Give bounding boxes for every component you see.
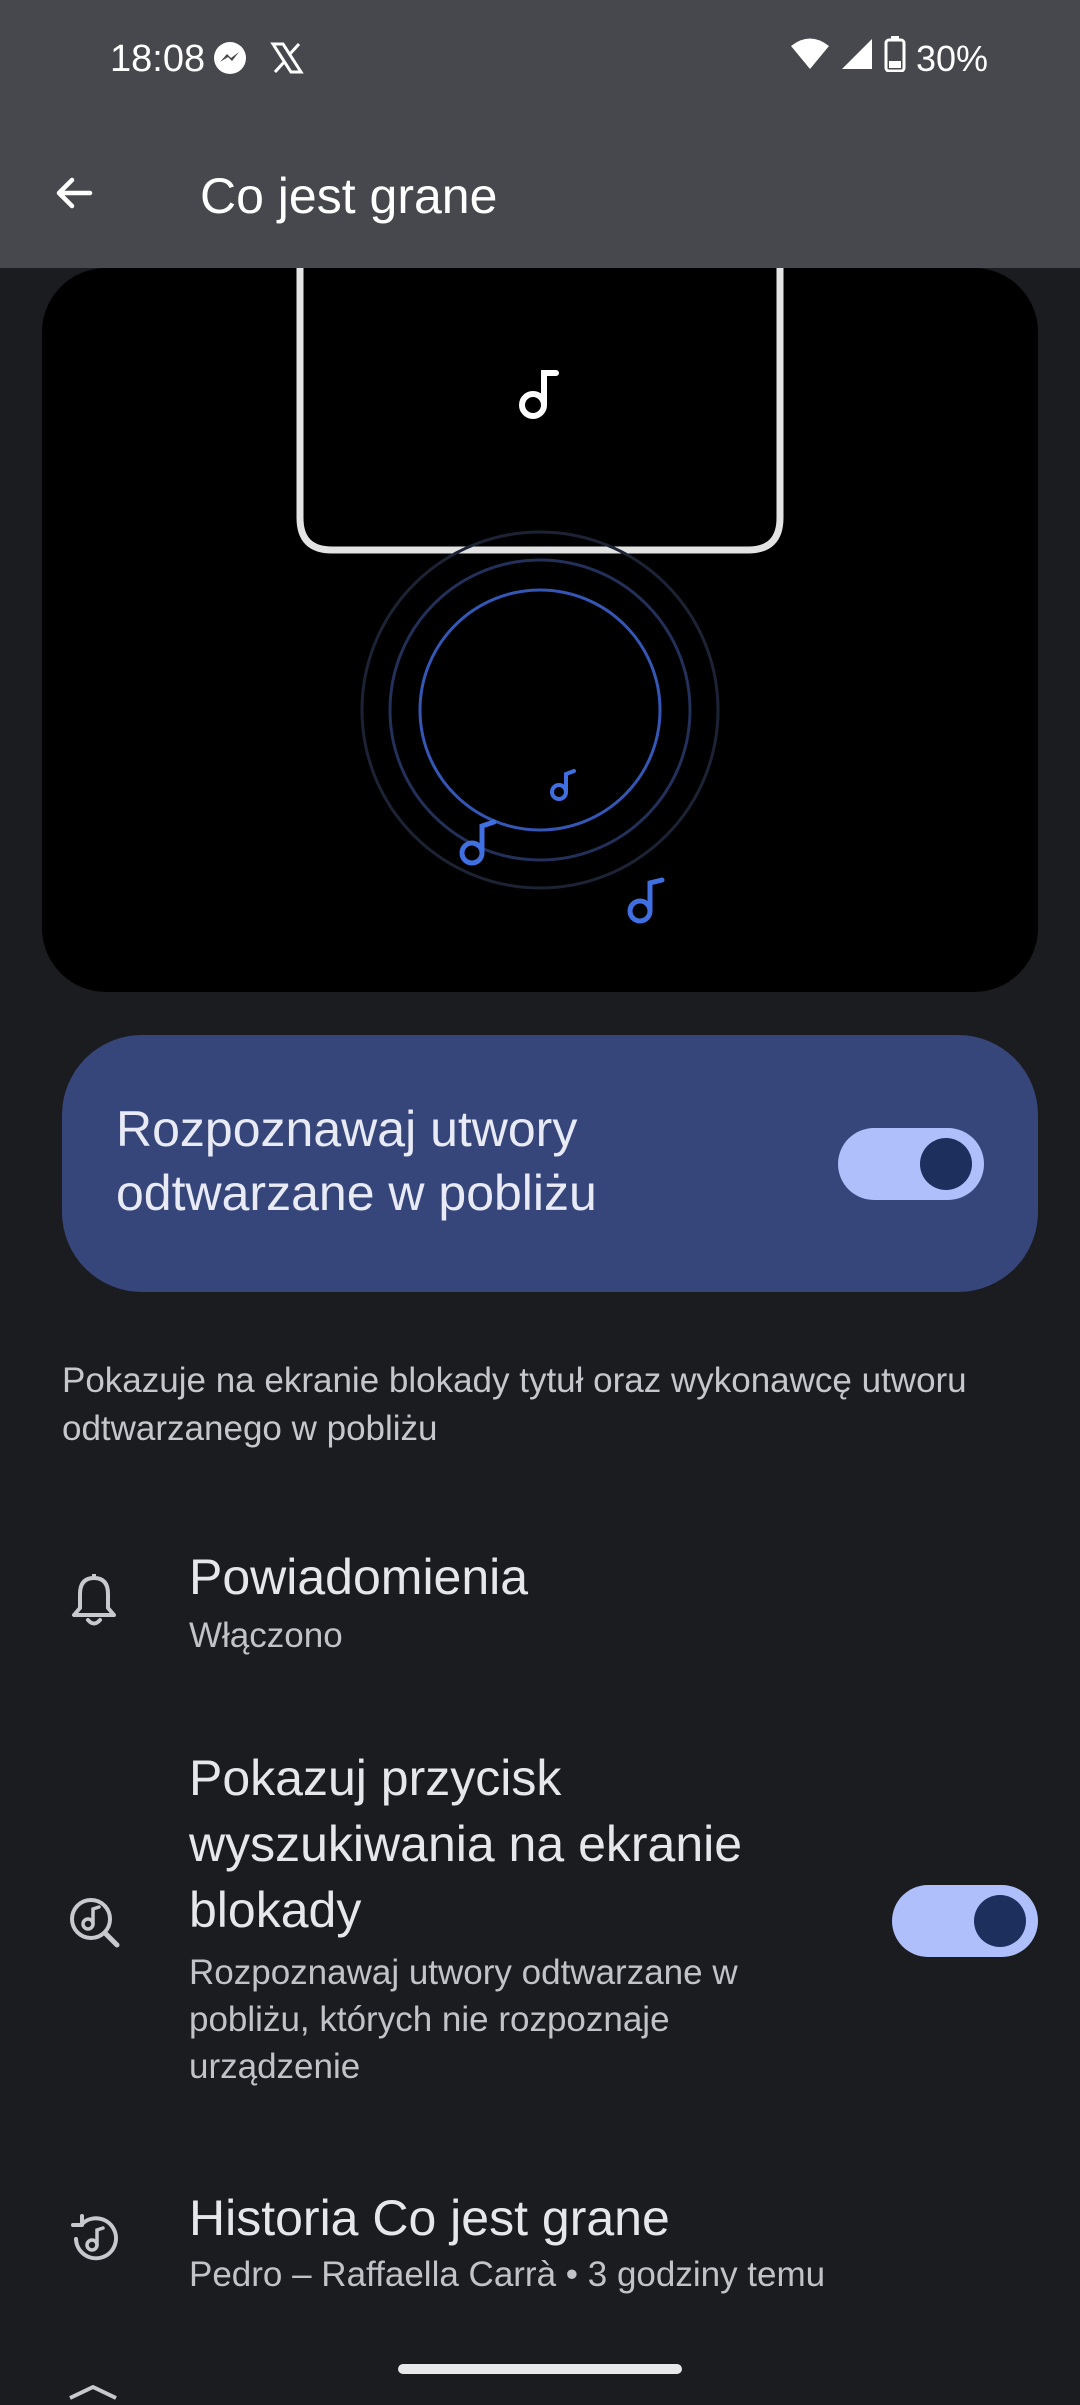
main-toggle-label: Rozpoznawaj utwory odtwarzane w pobliżu (116, 1101, 597, 1221)
app-bar: Co jest grane (0, 125, 1080, 268)
battery-percent: 30% (915, 37, 988, 79)
music-search-icon (62, 1889, 126, 1953)
music-note-icon (459, 819, 497, 866)
messenger-icon (212, 40, 248, 81)
status-system-icons: 30% (790, 36, 988, 81)
music-note-icon (627, 877, 665, 924)
signal-icon (840, 37, 874, 80)
status-bar: 18:08 30% (0, 0, 1080, 125)
page-title: Co jest grane (200, 168, 498, 224)
history-subtitle: Pedro – Raffaella Carrà • 3 godziny temu (189, 2255, 826, 2294)
music-note-icon (519, 370, 559, 419)
shield-icon (66, 2384, 120, 2400)
switch-knob (974, 1895, 1026, 1947)
history-title: Historia Co jest grane (189, 2190, 670, 2246)
back-button[interactable] (36, 157, 112, 233)
music-note-icon (550, 769, 576, 801)
lockscreen-search-title: Pokazuj przycisk wyszukiwania na ekranie… (189, 1750, 743, 1938)
history-music-icon (62, 2207, 126, 2271)
now-playing-illustration (42, 268, 1038, 992)
battery-icon (884, 36, 906, 81)
status-time: 18:08 (110, 38, 206, 80)
bell-icon (62, 1568, 126, 1632)
lockscreen-search-switch[interactable] (892, 1885, 1038, 1957)
wifi-icon (790, 37, 830, 80)
feature-description: Pokazuje na ekranie blokady tytuł oraz w… (62, 1361, 967, 1448)
arrow-back-icon (50, 169, 98, 222)
lockscreen-search-subtitle: Rozpoznawaj utwory odtwarzane w pobliżu,… (189, 1953, 738, 2086)
recognize-songs-switch[interactable] (838, 1128, 984, 1200)
lockscreen-search-preference[interactable]: Pokazuj przycisk wyszukiwania na ekranie… (0, 1745, 1080, 2095)
status-notification-icons (212, 40, 304, 81)
notifications-title: Powiadomienia (189, 1549, 529, 1605)
switch-knob (920, 1138, 972, 1190)
now-playing-history-preference[interactable]: Historia Co jest grane Pedro – Raffaella… (0, 2175, 1080, 2305)
gesture-nav-handle[interactable] (398, 2364, 682, 2374)
notifications-preference[interactable]: Powiadomienia Włączono (0, 1530, 1080, 1670)
notifications-subtitle: Włączono (189, 1616, 343, 1655)
x-icon (270, 41, 304, 80)
recognize-songs-toggle-card[interactable]: Rozpoznawaj utwory odtwarzane w pobliżu (62, 1035, 1038, 1292)
